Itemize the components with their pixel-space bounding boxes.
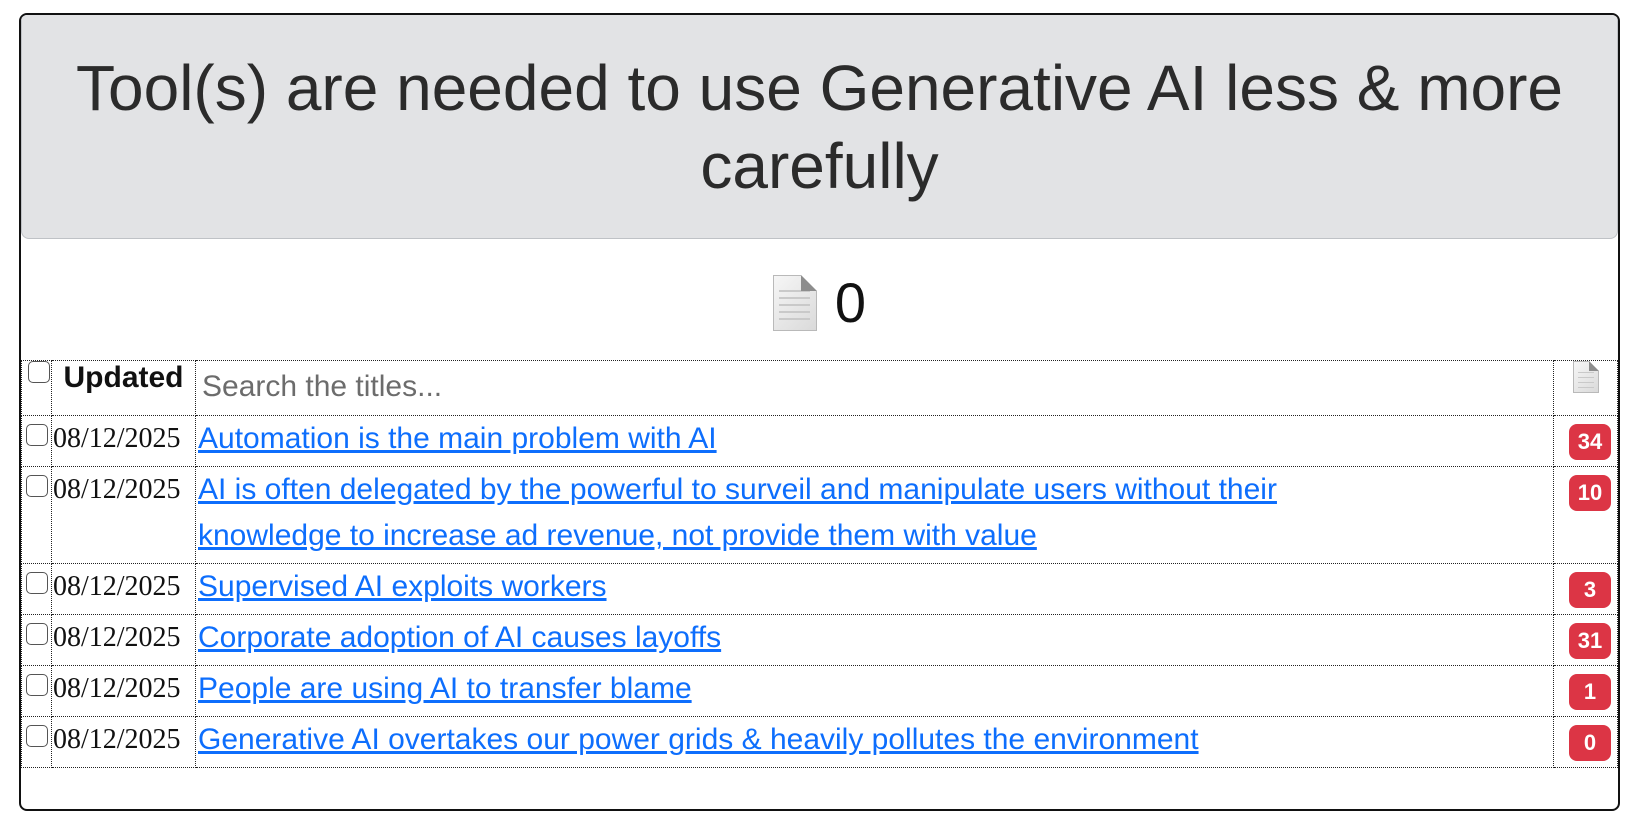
row-date: 08/12/2025 xyxy=(53,571,181,602)
document-counter: 0 xyxy=(21,273,1618,333)
select-all-cell xyxy=(21,360,52,416)
document-icon xyxy=(1572,361,1599,393)
row-count-badge: 34 xyxy=(1569,424,1611,460)
search-input[interactable] xyxy=(196,361,1553,413)
updated-header[interactable]: Updated xyxy=(51,360,196,416)
row-count-badge: 0 xyxy=(1569,725,1611,761)
row-title-link[interactable]: People are using AI to transfer blame xyxy=(196,666,1553,712)
row-title-link[interactable]: Supervised AI exploits workers xyxy=(196,564,1553,610)
row-count-badge: 3 xyxy=(1569,572,1611,608)
row-count-badge: 10 xyxy=(1569,475,1611,511)
row-title-link[interactable]: Automation is the main problem with AI xyxy=(196,416,1553,462)
page-header: Tool(s) are needed to use Generative AI … xyxy=(21,15,1618,239)
table-row: 08/12/2025 People are using AI to transf… xyxy=(21,665,1618,717)
row-date: 08/12/2025 xyxy=(53,423,181,454)
updated-header-label: Updated xyxy=(63,361,184,394)
row-date: 08/12/2025 xyxy=(53,673,181,704)
row-checkbox[interactable] xyxy=(26,623,48,645)
items-table: Updated 08/12/2025 Automation is the mai… xyxy=(21,360,1618,768)
row-checkbox[interactable] xyxy=(26,572,48,594)
row-checkbox[interactable] xyxy=(26,674,48,696)
row-title-link[interactable]: Corporate adoption of AI causes layoffs xyxy=(196,615,1553,661)
row-count-badge: 1 xyxy=(1569,674,1611,710)
page-title: Tool(s) are needed to use Generative AI … xyxy=(76,51,1563,202)
table-row: 08/12/2025 Supervised AI exploits worker… xyxy=(21,563,1618,615)
row-checkbox[interactable] xyxy=(26,424,48,446)
document-count: 0 xyxy=(834,271,867,334)
page-frame: Tool(s) are needed to use Generative AI … xyxy=(19,13,1620,811)
row-title-link[interactable]: Generative AI overtakes our power grids … xyxy=(196,717,1553,763)
row-title-link[interactable]: AI is often delegated by the powerful to… xyxy=(196,467,1553,559)
table-header-row: Updated xyxy=(21,360,1618,416)
row-checkbox[interactable] xyxy=(26,475,48,497)
search-cell xyxy=(195,360,1554,416)
row-count-badge: 31 xyxy=(1569,623,1611,659)
table-row: 08/12/2025 Corporate adoption of AI caus… xyxy=(21,614,1618,666)
row-checkbox[interactable] xyxy=(26,725,48,747)
row-date: 08/12/2025 xyxy=(53,474,181,505)
row-date: 08/12/2025 xyxy=(53,724,181,755)
table-row: 08/12/2025 Automation is the main proble… xyxy=(21,415,1618,467)
table-row: 08/12/2025 Generative AI overtakes our p… xyxy=(21,716,1618,768)
select-all-checkbox[interactable] xyxy=(27,361,50,383)
document-icon xyxy=(772,275,817,331)
row-date: 08/12/2025 xyxy=(53,622,181,653)
table-row: 08/12/2025 AI is often delegated by the … xyxy=(21,466,1618,564)
count-header[interactable] xyxy=(1553,360,1618,416)
